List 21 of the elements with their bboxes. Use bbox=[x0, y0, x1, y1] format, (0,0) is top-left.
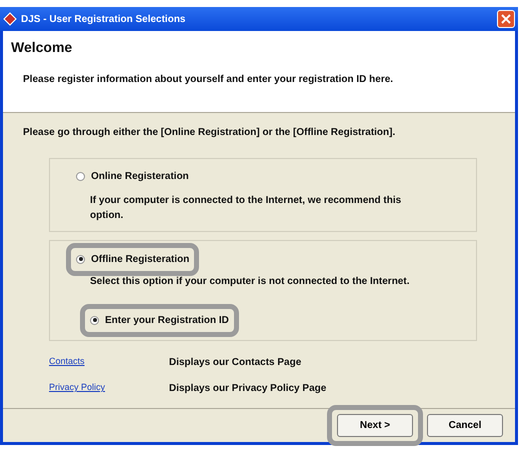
radio-button[interactable] bbox=[76, 254, 85, 264]
close-button[interactable] bbox=[497, 10, 515, 28]
radio-label: Enter your Registration ID bbox=[105, 314, 229, 328]
app-icon bbox=[3, 12, 17, 26]
radio-label: Online Registeration bbox=[91, 170, 189, 184]
window-title: DJS - User Registration Selections bbox=[21, 12, 186, 26]
link[interactable]: Privacy Policy bbox=[49, 381, 169, 395]
dialog-button[interactable]: Next > bbox=[337, 414, 413, 437]
radio-label: Offline Registeration bbox=[91, 252, 190, 266]
radio-button[interactable] bbox=[90, 316, 99, 324]
close-icon bbox=[501, 14, 511, 24]
option-description: If your computer is connected to the Internet, we recommend this option. bbox=[90, 194, 402, 223]
header-text: Please register information about yourself and enter your registration ID here. bbox=[23, 73, 394, 87]
link-description: Displays our Privacy Policy Page bbox=[169, 382, 326, 396]
option-description: Select this option if your computer is not connected to the Internet. bbox=[90, 274, 410, 288]
link-description: Displays our Contacts Page bbox=[169, 356, 302, 370]
radio-button[interactable] bbox=[76, 172, 85, 181]
header-title: Welcome bbox=[11, 38, 74, 57]
link[interactable]: Contacts bbox=[49, 355, 169, 369]
dialog-button[interactable]: Cancel bbox=[427, 414, 503, 437]
instruction-text: Please go through either the [Online Registration] or the [Offline Registration]. bbox=[23, 126, 396, 140]
